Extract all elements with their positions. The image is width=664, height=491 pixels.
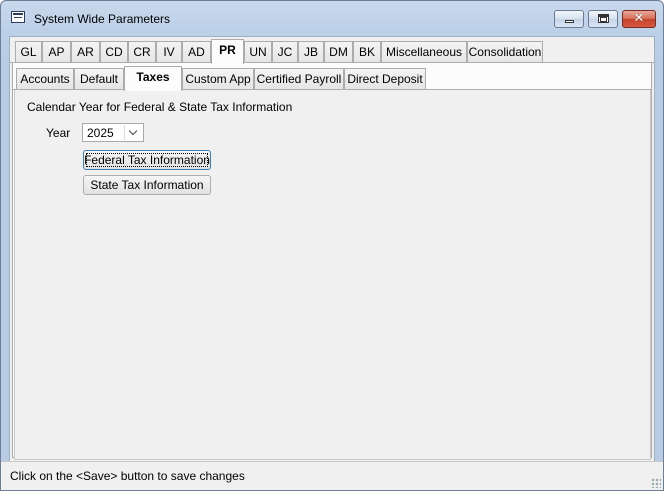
- tab-miscellaneous[interactable]: Miscellaneous: [381, 41, 467, 63]
- tab-direct-deposit[interactable]: Direct Deposit: [344, 68, 426, 90]
- client-area: GL AP AR CD CR IV AD PR UN JC JB DM BK M…: [9, 36, 655, 482]
- tab-ar[interactable]: AR: [71, 41, 100, 63]
- federal-tax-info-button[interactable]: Federal Tax Information: [83, 150, 211, 170]
- tab-bk[interactable]: BK: [353, 41, 381, 63]
- tab-iv[interactable]: IV: [156, 41, 182, 63]
- tab-un[interactable]: UN: [244, 41, 272, 63]
- tab-ad[interactable]: AD: [182, 41, 211, 63]
- tab-default[interactable]: Default: [74, 68, 124, 90]
- maximize-button[interactable]: [588, 10, 618, 28]
- year-label: Year: [46, 126, 71, 140]
- tab-gl[interactable]: GL: [15, 41, 42, 63]
- app-window: System Wide Parameters ✕ GL AP AR CD CR …: [0, 0, 664, 491]
- minimize-button[interactable]: [554, 10, 584, 28]
- status-text: Click on the <Save> button to save chang…: [10, 469, 245, 483]
- close-icon: ✕: [633, 11, 645, 26]
- tab-custom-app[interactable]: Custom App: [182, 68, 254, 90]
- tab-cr[interactable]: CR: [128, 41, 156, 63]
- taxes-panel: [14, 90, 651, 460]
- tab-ap[interactable]: AP: [42, 41, 71, 63]
- year-value: 2025: [87, 126, 114, 140]
- year-select[interactable]: 2025: [82, 123, 144, 142]
- status-bar: Click on the <Save> button to save chang…: [1, 461, 663, 490]
- window-title: System Wide Parameters: [34, 12, 171, 26]
- close-button[interactable]: ✕: [622, 10, 656, 28]
- state-tax-info-button[interactable]: State Tax Information: [83, 175, 211, 195]
- minimize-icon: [565, 20, 574, 23]
- title-bar[interactable]: System Wide Parameters ✕: [1, 1, 663, 35]
- tab-cd[interactable]: CD: [100, 41, 128, 63]
- tab-pr[interactable]: PR: [211, 39, 244, 64]
- window-form-icon[interactable]: [11, 11, 25, 23]
- tab-jc[interactable]: JC: [272, 41, 298, 63]
- tab-taxes[interactable]: Taxes: [124, 66, 182, 91]
- maximize-icon: [598, 14, 609, 23]
- tab-jb[interactable]: JB: [298, 41, 324, 63]
- chevron-down-icon[interactable]: [124, 125, 142, 140]
- section-label: Calendar Year for Federal & State Tax In…: [27, 100, 293, 114]
- tab-consolidation[interactable]: Consolidation: [467, 41, 543, 63]
- resize-grip[interactable]: [651, 478, 661, 488]
- tab-accounts[interactable]: Accounts: [16, 68, 74, 90]
- tab-certified-payroll[interactable]: Certified Payroll: [254, 68, 344, 90]
- tab-dm[interactable]: DM: [324, 41, 353, 63]
